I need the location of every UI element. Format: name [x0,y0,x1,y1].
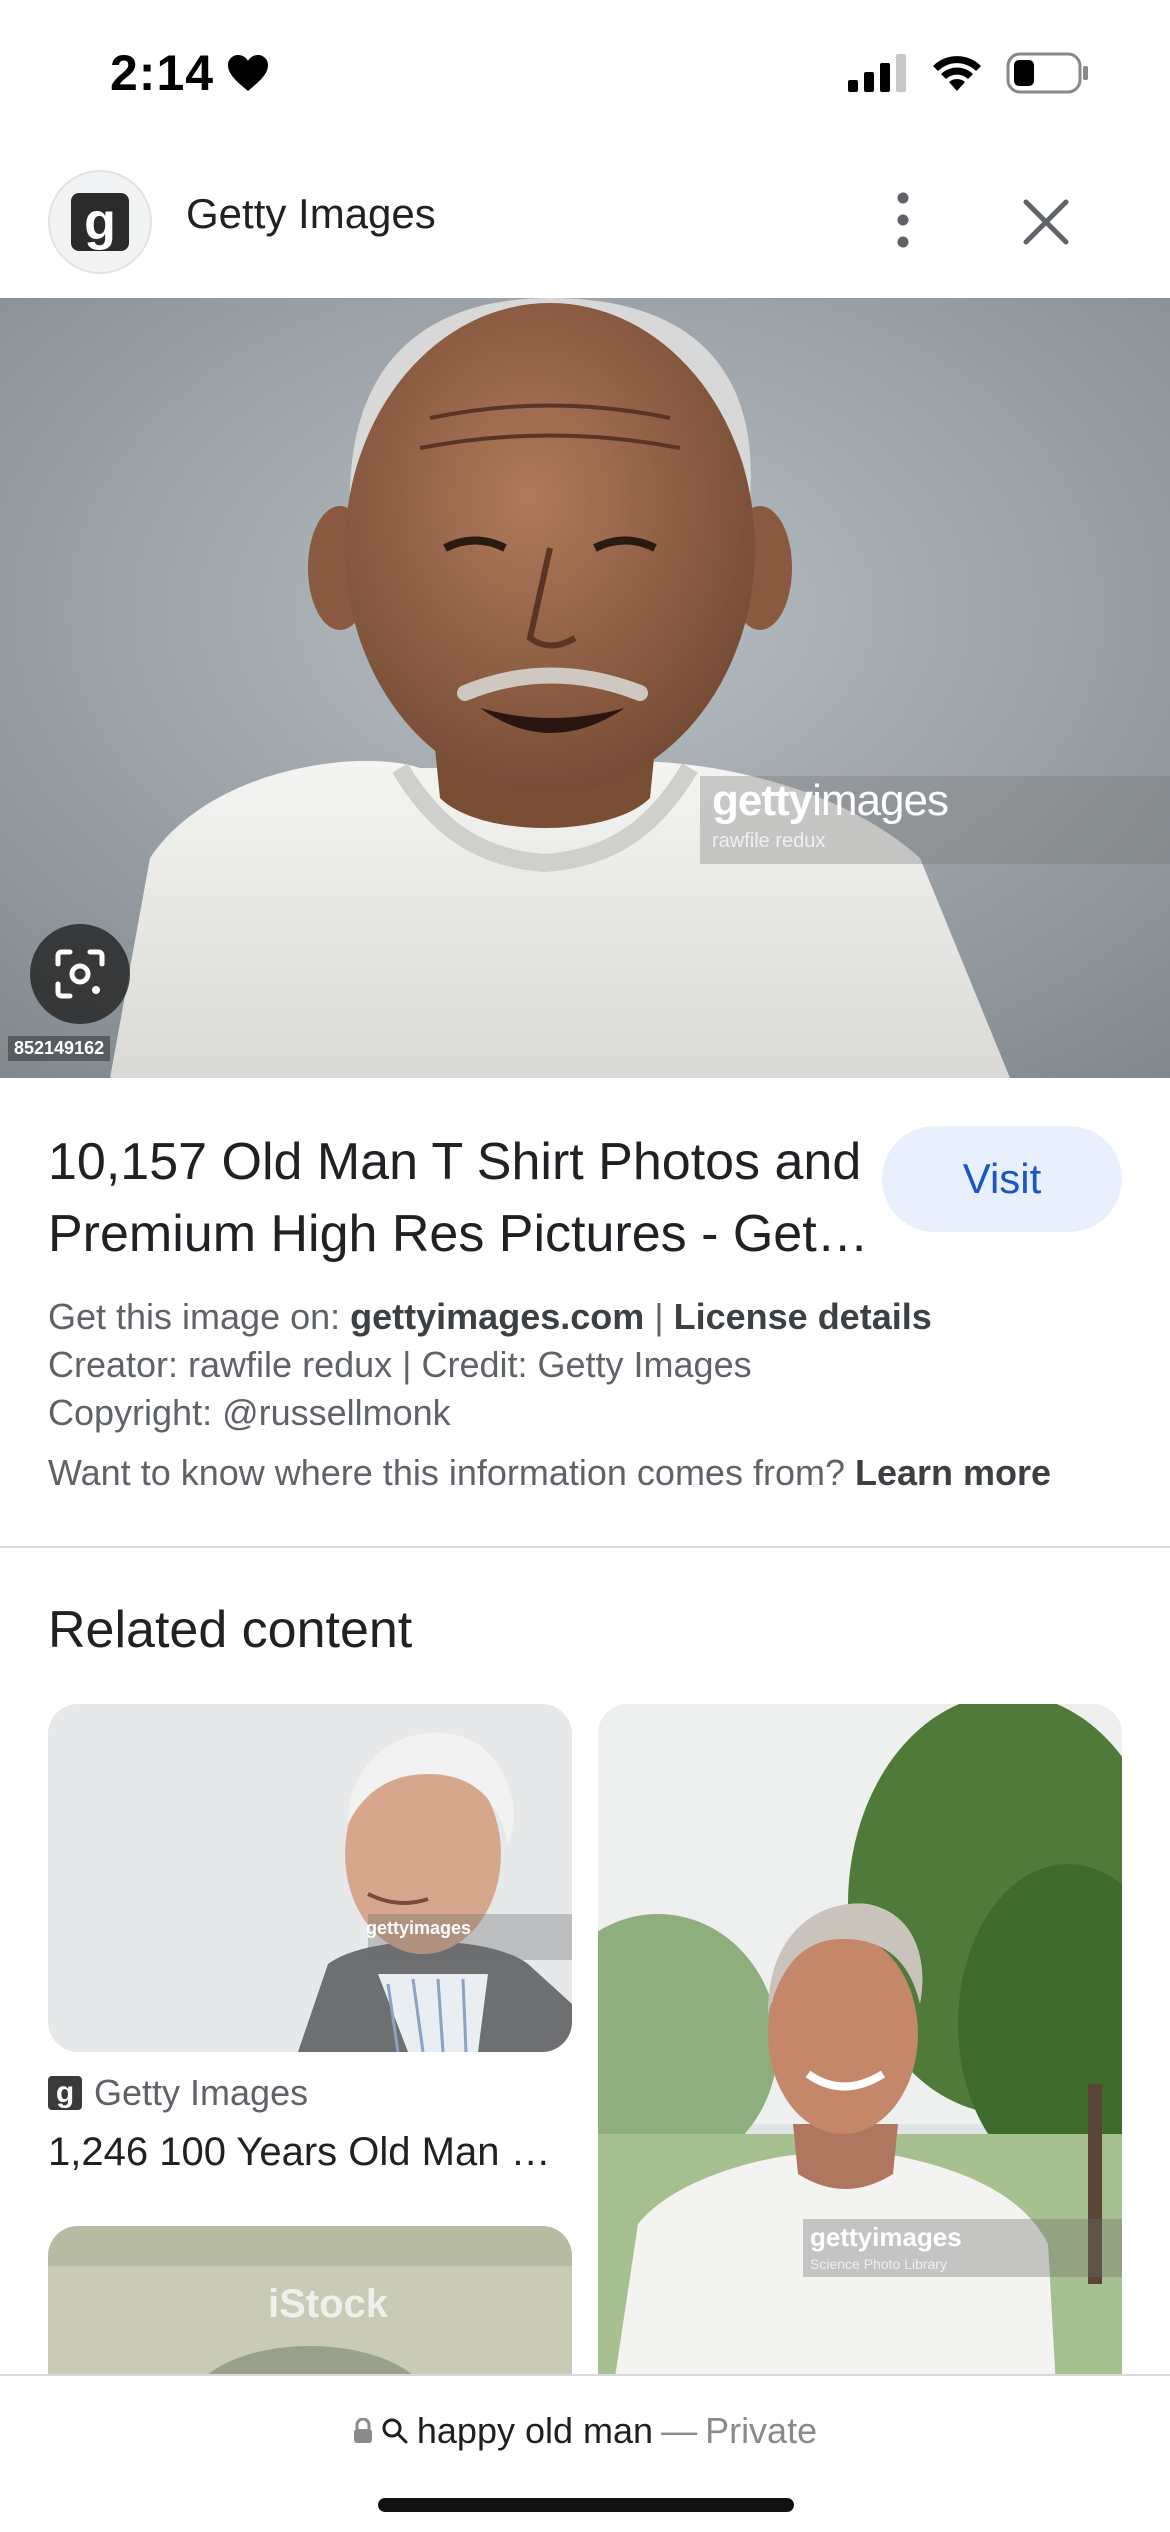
image-watermark: gettyimages [712,776,949,825]
wifi-icon [933,56,981,91]
main-result-image[interactable]: gettyimages rawfile redux 852149162 [0,298,1170,1078]
related-card-image[interactable]: gettyimages [48,1704,572,2052]
lens-search-button[interactable] [30,924,130,1024]
address-field[interactable]: happy old man — Private [0,2410,1170,2452]
getty-mini-logo-icon: g [48,2076,82,2110]
status-time-text: 2:14 [110,45,215,101]
learn-more-link[interactable]: Learn more [855,1452,1051,1493]
status-bar: 2:14 [0,0,1170,150]
status-time: 2:14 [110,44,270,102]
getty-logo-icon: g [71,193,129,251]
battery-icon [1006,52,1088,94]
cellular-signal-icon [848,54,906,92]
card-watermark-2: gettyimages [810,2222,962,2252]
lens-icon [55,949,105,999]
image-watermark-credit: rawfile redux [712,830,826,852]
status-indicators [848,52,1090,94]
site-logo[interactable]: g [48,170,152,274]
copyright-line: Copyright: @russellmonk [48,1392,451,1433]
related-card-source-name: Getty Images [94,2072,309,2113]
section-divider [0,1546,1170,1548]
private-mode-label: Private [705,2410,818,2451]
info-source-line: Want to know where this information come… [48,1452,1052,1493]
visit-button[interactable]: Visit [882,1126,1122,1232]
home-indicator[interactable] [378,2498,794,2512]
related-card-source: g Getty Images [48,2072,308,2114]
related-card-image-2[interactable]: gettyimages Science Photo Library [598,1704,1122,2424]
lock-icon [353,2418,372,2443]
more-vertical-icon[interactable] [878,188,928,252]
creator-line: Creator: rawfile redux | Credit: Getty I… [48,1344,752,1385]
image-id-label: 852149162 [8,1036,111,1061]
heart-icon [228,55,269,91]
search-query-text: happy old man [416,2410,654,2451]
card-watermark: gettyimages [366,1918,472,1938]
related-card-image-3[interactable]: iStock [48,2226,572,2374]
result-title[interactable]: 10,157 Old Man T Shirt Photos and Premiu… [48,1126,878,1270]
card-watermark-3: iStock [268,2282,389,2326]
close-icon[interactable] [1016,192,1076,252]
search-icon [382,2418,408,2444]
private-dash: — [661,2410,698,2451]
screen: 2:14 g Getty Images gettyimages rawfile … [0,0,1170,2532]
source-line: Get this image on: gettyimages.com | Lic… [48,1296,932,1337]
related-card-title[interactable]: 1,246 100 Years Old Man Photos and Premi… [48,2130,568,2175]
license-details-link[interactable]: License details [674,1296,932,1337]
source-domain-link[interactable]: gettyimages.com [350,1296,644,1337]
site-name[interactable]: Getty Images [186,190,436,238]
card-watermark-sub-2: Science Photo Library [810,2256,947,2272]
result-header: g Getty Images [0,160,1170,298]
related-content-heading: Related content [48,1601,413,1659]
